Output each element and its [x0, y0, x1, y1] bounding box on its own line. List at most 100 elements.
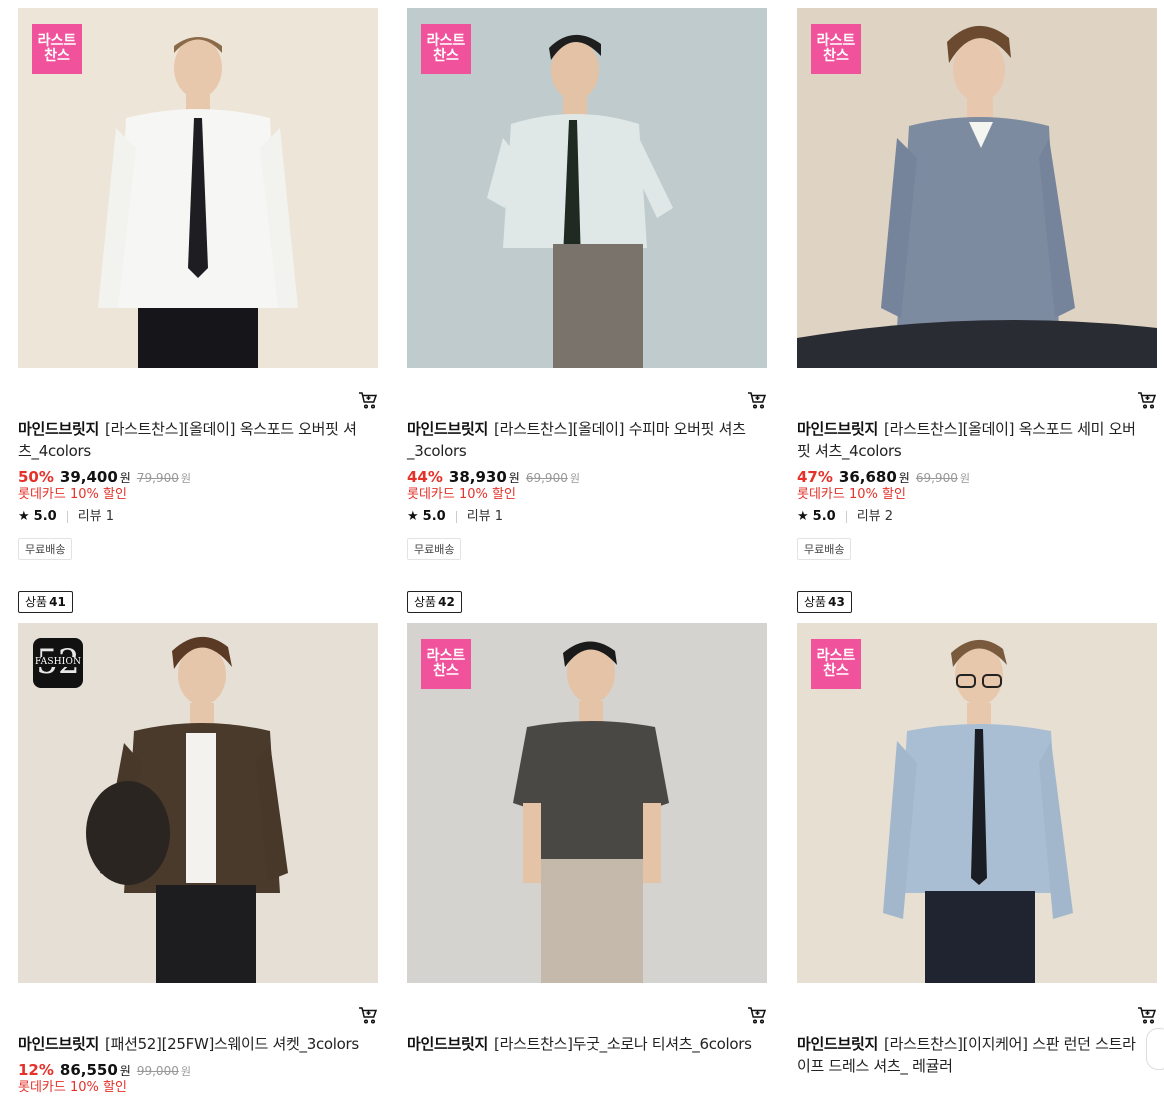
scroll-handle[interactable] — [1146, 1028, 1164, 1070]
review-row: ★ 5.0 리뷰 1 — [407, 507, 503, 527]
product-image[interactable]: 52 FASHION — [18, 623, 378, 983]
free-shipping-tag: 무료배송 — [407, 538, 462, 560]
divider — [845, 511, 847, 523]
card-discount: 롯데카드 10% 할인 — [797, 487, 906, 502]
product-card[interactable]: 라스트 찬스 마인드브릿지 [라스트찬스][이지케어] 스판 런던 스트라이프 드… — [797, 623, 1157, 1075]
discount-rate: 12% — [18, 1061, 54, 1079]
review-count: 리뷰 1 — [466, 509, 504, 524]
star-icon: ★ — [797, 509, 809, 524]
currency: 원 — [119, 471, 131, 485]
cart-icon[interactable] — [358, 390, 378, 410]
discount-rate: 47% — [797, 468, 833, 486]
product-name[interactable]: [패션52][25FW]스웨이드 셔켓_3colors — [105, 1035, 359, 1053]
product-card[interactable]: 라스트 찬스 마인드브릿지 [라스트찬스][올데이] 옥스포드 오버핏 셔츠_4c… — [18, 8, 378, 560]
product-image[interactable]: 라스트 찬스 — [18, 8, 378, 368]
currency: 원 — [898, 471, 910, 485]
discount-rate: 50% — [18, 468, 54, 486]
label-text: 상품 — [804, 595, 827, 609]
original-currency: 원 — [180, 1065, 191, 1078]
free-shipping-tag: 무료배송 — [797, 538, 852, 560]
sale-price: 36,680 — [838, 468, 897, 486]
brand-name[interactable]: 마인드브릿지 — [18, 420, 99, 438]
review-count: 리뷰 2 — [856, 509, 894, 524]
rating: 5.0 — [422, 509, 446, 524]
badge-line2: 찬스 — [44, 48, 70, 64]
original-price: 69,900 — [525, 471, 568, 485]
fashion52-badge: 52 FASHION — [33, 638, 83, 688]
product-title[interactable]: 마인드브릿지 [라스트찬스][올데이] 수피마 오버핏 셔츠_3colors — [407, 418, 759, 462]
cart-icon[interactable] — [747, 390, 767, 410]
badge-line1: 라스트 — [816, 33, 856, 49]
rating: 5.0 — [33, 509, 57, 524]
cart-icon[interactable] — [747, 1005, 767, 1025]
sale-price: 39,400 — [59, 468, 118, 486]
last-chance-badge: 라스트 찬스 — [811, 24, 861, 74]
product-card[interactable]: 라스트 찬스 마인드브릿지 [라스트찬스][올데이] 수피마 오버핏 셔츠_3co… — [407, 8, 767, 560]
brand-name[interactable]: 마인드브릿지 — [407, 420, 488, 438]
star-icon: ★ — [18, 509, 30, 524]
last-chance-badge: 라스트 찬스 — [811, 639, 861, 689]
product-title[interactable]: 마인드브릿지 [패션52][25FW]스웨이드 셔켓_3colors — [18, 1033, 370, 1055]
currency: 원 — [508, 471, 520, 485]
original-currency: 원 — [180, 472, 191, 485]
last-chance-badge: 라스트 찬스 — [32, 24, 82, 74]
label-text: 상품 — [414, 595, 437, 609]
badge-line1: 라스트 — [816, 648, 856, 664]
cart-icon[interactable] — [1137, 1005, 1157, 1025]
product-title[interactable]: 마인드브릿지 [라스트찬스]두굿_소로나 티셔츠_6colors — [407, 1033, 759, 1055]
brand-name[interactable]: 마인드브릿지 — [18, 1035, 99, 1053]
card-discount: 롯데카드 10% 할인 — [407, 487, 516, 502]
label-number: 41 — [49, 595, 66, 609]
rating: 5.0 — [812, 509, 836, 524]
product-index-label: 상품 43 — [797, 591, 852, 613]
product-image[interactable]: 라스트 찬스 — [797, 8, 1157, 368]
label-text: 상품 — [25, 595, 48, 609]
product-title[interactable]: 마인드브릿지 [라스트찬스][이지케어] 스판 런던 스트라이프 드레스 셔츠_ … — [797, 1033, 1149, 1077]
badge-line1: 라스트 — [37, 33, 77, 49]
currency: 원 — [119, 1064, 131, 1078]
cart-icon[interactable] — [358, 1005, 378, 1025]
product-card[interactable]: 52 FASHION 마인드브릿지 [패션52][25FW]스웨이드 셔켓_3co… — [18, 623, 378, 1095]
product-card[interactable]: 라스트 찬스 마인드브릿지 [라스트찬스][올데이] 옥스포드 세미 오버핏 셔츠… — [797, 8, 1157, 560]
product-index-label: 상품 41 — [18, 591, 73, 613]
original-price: 99,000 — [136, 1064, 179, 1078]
badge-line2: 찬스 — [823, 48, 849, 64]
original-currency: 원 — [959, 472, 970, 485]
review-count: 리뷰 1 — [77, 509, 115, 524]
card-discount: 롯데카드 10% 할인 — [18, 1080, 127, 1095]
sale-price: 38,930 — [448, 468, 507, 486]
divider — [455, 511, 457, 523]
discount-rate: 44% — [407, 468, 443, 486]
badge-line2: 찬스 — [433, 663, 459, 679]
product-name[interactable]: [라스트찬스]두굿_소로나 티셔츠_6colors — [494, 1035, 752, 1053]
review-row: ★ 5.0 리뷰 2 — [797, 507, 893, 527]
original-currency: 원 — [569, 472, 580, 485]
badge-line1: 라스트 — [426, 33, 466, 49]
badge-line1: 라스트 — [426, 648, 466, 664]
card-discount: 롯데카드 10% 할인 — [18, 487, 127, 502]
sale-price: 86,550 — [59, 1061, 118, 1079]
original-price: 79,900 — [136, 471, 179, 485]
badge-text: FASHION — [35, 657, 82, 667]
label-number: 42 — [438, 595, 455, 609]
badge-line2: 찬스 — [433, 48, 459, 64]
review-row: ★ 5.0 리뷰 1 — [18, 507, 114, 527]
product-title[interactable]: 마인드브릿지 [라스트찬스][올데이] 옥스포드 오버핏 셔츠_4colors — [18, 418, 370, 462]
product-title[interactable]: 마인드브릿지 [라스트찬스][올데이] 옥스포드 세미 오버핏 셔츠_4color… — [797, 418, 1149, 462]
product-image[interactable]: 라스트 찬스 — [407, 8, 767, 368]
brand-name[interactable]: 마인드브릿지 — [797, 420, 878, 438]
star-icon: ★ — [407, 509, 419, 524]
product-image[interactable]: 라스트 찬스 — [407, 623, 767, 983]
divider — [66, 511, 68, 523]
last-chance-badge: 라스트 찬스 — [421, 639, 471, 689]
cart-icon[interactable] — [1137, 390, 1157, 410]
product-index-label: 상품 42 — [407, 591, 462, 613]
last-chance-badge: 라스트 찬스 — [421, 24, 471, 74]
product-card[interactable]: 라스트 찬스 마인드브릿지 [라스트찬스]두굿_소로나 티셔츠_6colors — [407, 623, 767, 1053]
brand-name[interactable]: 마인드브릿지 — [797, 1035, 878, 1053]
label-number: 43 — [828, 595, 845, 609]
badge-line2: 찬스 — [823, 663, 849, 679]
brand-name[interactable]: 마인드브릿지 — [407, 1035, 488, 1053]
original-price: 69,900 — [915, 471, 958, 485]
product-image[interactable]: 라스트 찬스 — [797, 623, 1157, 983]
